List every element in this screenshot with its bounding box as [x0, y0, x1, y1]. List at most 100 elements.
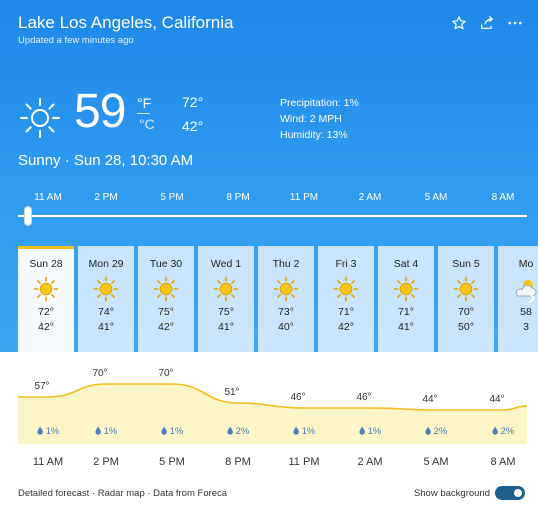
hourly-precip: 1% — [95, 426, 118, 437]
more-options-icon[interactable] — [506, 14, 524, 32]
unit-fahrenheit-toggle[interactable]: °F — [137, 95, 151, 111]
favorite-star-icon[interactable] — [450, 14, 468, 32]
raindrop-icon — [293, 426, 299, 435]
raindrop-icon — [359, 426, 365, 435]
raindrop-icon — [425, 426, 431, 435]
timeline-label: 5 AM — [424, 192, 448, 203]
hourly-precip: 2% — [492, 426, 515, 437]
sun-icon — [453, 276, 479, 302]
hour-label: 8 PM — [225, 456, 251, 468]
day-low: 41° — [98, 321, 114, 333]
precipitation-text: Precipitation: 1% — [280, 97, 359, 109]
share-icon[interactable] — [478, 14, 496, 32]
day-high: 73° — [278, 306, 294, 318]
sun-icon — [33, 276, 59, 302]
hourly-precip-value: 1% — [301, 426, 316, 437]
day-low: 42° — [38, 321, 54, 333]
unit-celsius-toggle[interactable]: °C — [139, 116, 155, 132]
hour-label: 11 PM — [288, 456, 320, 468]
day-name: Wed 1 — [210, 258, 242, 270]
hourly-time-axis: 11 AM 2 PM 5 PM 8 PM 11 PM 2 AM 5 AM 8 AM — [0, 456, 538, 470]
day-low: 41° — [218, 321, 234, 333]
timeline-labels: 11 AM 2 PM 5 PM 8 PM 11 PM 2 AM 5 AM 8 AM — [0, 192, 538, 206]
footer-links[interactable]: Detailed forecast · Radar map · Data fro… — [18, 488, 227, 499]
hourly-precip-value: 2% — [500, 426, 515, 437]
hourly-forecast-graph: 11 AM 2 PM 5 PM 8 PM 11 PM 2 AM 5 AM 8 AM Detai… — [0, 352, 538, 517]
hourly-precip-value: 1% — [367, 426, 382, 437]
day-high: 74° — [98, 306, 114, 318]
hourly-precip: 2% — [425, 426, 447, 437]
hourly-precip: 1% — [293, 426, 316, 437]
day-high: 70° — [458, 306, 474, 318]
hour-label: 2 AM — [357, 456, 383, 468]
day-card[interactable]: Sun 5 70° 50° — [438, 246, 494, 352]
hour-label: 11 AM — [32, 456, 64, 468]
day-name: Fri 3 — [335, 258, 357, 270]
timeline-label: 8 PM — [226, 192, 250, 203]
timeline-label: 11 PM — [289, 192, 319, 203]
day-card[interactable]: Mon 29 74° 41° — [78, 246, 134, 352]
sun-icon — [20, 98, 60, 138]
day-low: 50° — [458, 321, 474, 333]
timeline-track[interactable] — [18, 215, 527, 217]
day-name: Sun 5 — [452, 258, 480, 270]
hourly-precip-value: 1% — [103, 426, 118, 437]
sun-icon — [213, 276, 239, 302]
day-low: 42° — [158, 321, 174, 333]
sun-icon — [153, 276, 179, 302]
timeline-label: 11 AM — [34, 192, 62, 203]
raindrop-icon — [492, 426, 498, 435]
hourly-precip: 1% — [359, 426, 382, 437]
hourly-precip: 2% — [227, 426, 250, 437]
day-high: 71° — [398, 306, 414, 318]
day-name: Mon 29 — [88, 258, 124, 270]
raindrop-icon — [161, 426, 167, 435]
day-card[interactable]: Sat 4 71° 41° — [378, 246, 434, 352]
day-card[interactable]: Tue 30 75° 42° — [138, 246, 194, 352]
sun-icon — [273, 276, 299, 302]
sun-icon — [93, 276, 119, 302]
updated-text: Updated a few minutes ago — [18, 35, 134, 46]
day-card[interactable]: Sun 28 72° 42° — [18, 246, 74, 352]
show-background-toggle[interactable] — [495, 486, 525, 500]
timeline-label: 8 AM — [491, 192, 515, 203]
day-low: 42° — [338, 321, 354, 333]
hourly-temperature-chart — [18, 383, 528, 444]
hour-label: 2 PM — [93, 456, 119, 468]
hourly-temp-label: 57° — [34, 381, 50, 392]
day-card[interactable]: Fri 3 71° 42° — [318, 246, 374, 352]
day-low: 40° — [278, 321, 294, 333]
unit-separator — [137, 113, 150, 114]
day-card[interactable]: Wed 1 75° 41° — [198, 246, 254, 352]
hourly-temp-label: 46° — [290, 392, 306, 403]
weather-details: Precipitation: 1% Wind: 2 MPH Humidity: … — [280, 95, 359, 143]
day-high: 71° — [338, 306, 354, 318]
timeline-slider-handle[interactable] — [24, 206, 33, 226]
raindrop-icon — [37, 426, 43, 435]
hourly-temp-label: 51° — [224, 387, 240, 398]
day-high: 72° — [38, 306, 54, 318]
location-title[interactable]: Lake Los Angeles, California — [18, 13, 233, 33]
wind-text: Wind: 2 MPH — [280, 113, 342, 125]
hourly-precip-value: 2% — [235, 426, 250, 437]
condition-text: Sunny · Sun 28, 10:30 AM — [18, 152, 194, 169]
hourly-temp-label: 44° — [422, 394, 438, 405]
hourly-precip: 1% — [37, 426, 59, 437]
today-low: 42° — [182, 118, 204, 134]
today-high: 72° — [182, 94, 204, 110]
hour-label: 5 PM — [159, 456, 185, 468]
day-high: 75° — [158, 306, 174, 318]
current-temperature: 59 — [74, 85, 126, 138]
next-days-arrow[interactable] — [528, 292, 538, 308]
day-card[interactable]: Thu 2 73° 40° — [258, 246, 314, 352]
day-name: Mo — [518, 258, 534, 270]
day-name: Sat 4 — [393, 258, 419, 270]
current-conditions-panel: Lake Los Angeles, California Updated a f… — [0, 0, 538, 352]
raindrop-icon — [227, 426, 233, 435]
day-low: 41° — [398, 321, 414, 333]
hourly-precip-value: 1% — [169, 426, 184, 437]
toggle-knob — [514, 489, 522, 497]
day-name: Sun 28 — [29, 258, 63, 270]
raindrop-icon — [95, 426, 101, 435]
hour-label: 8 AM — [490, 456, 516, 468]
